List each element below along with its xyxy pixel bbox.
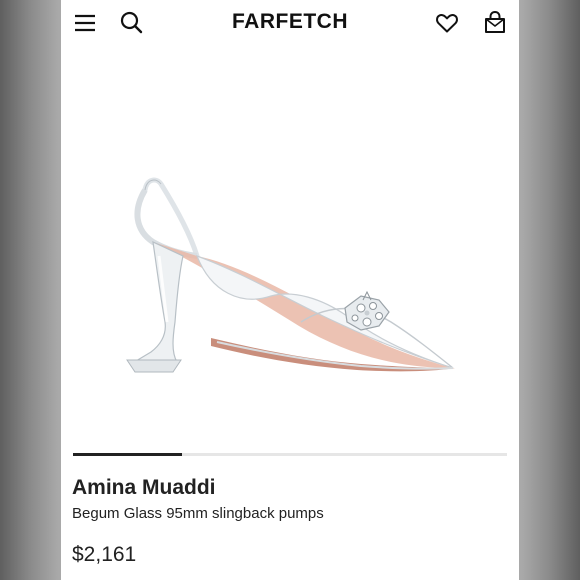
crystal-brooch: [344, 290, 390, 331]
carousel-active-segment: [73, 453, 182, 456]
product-screen: FARFETCH Amina Muaddi Begum Glass 95mm s…: [61, 0, 519, 580]
product-name: Begum Glass 95mm slingback pumps: [72, 505, 324, 522]
bag-icon[interactable]: [483, 10, 507, 34]
image-carousel-indicator[interactable]: [73, 453, 507, 456]
product-price: $2,161: [72, 543, 137, 566]
heart-icon[interactable]: [435, 11, 459, 35]
heel-counter: [134, 188, 198, 259]
designer-name[interactable]: Amina Muaddi: [72, 476, 216, 500]
heel: [129, 240, 184, 367]
product-image[interactable]: [61, 60, 519, 450]
app-header: FARFETCH: [61, 0, 519, 46]
